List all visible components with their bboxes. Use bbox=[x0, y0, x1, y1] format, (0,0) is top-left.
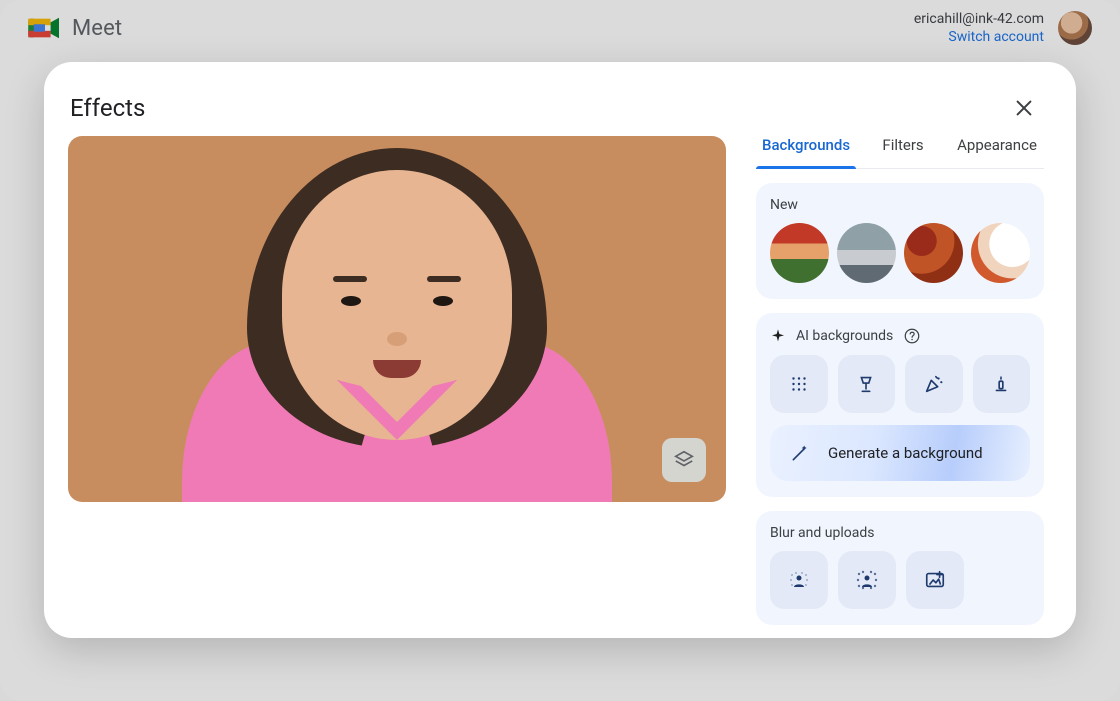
background-thumb[interactable] bbox=[971, 223, 1030, 283]
blur-strong-tile[interactable] bbox=[838, 551, 896, 609]
effects-side-panel: Backgrounds Filters Appearance New AI ba… bbox=[756, 136, 1044, 614]
background-thumb[interactable] bbox=[904, 223, 963, 283]
help-icon[interactable] bbox=[903, 327, 921, 345]
section-new-title: New bbox=[770, 197, 1030, 213]
upload-image-icon bbox=[924, 569, 946, 591]
background-thumb[interactable] bbox=[837, 223, 896, 283]
blur-light-icon bbox=[787, 568, 811, 592]
close-icon bbox=[1013, 97, 1035, 119]
section-ai-title: AI backgrounds bbox=[796, 328, 893, 344]
tab-backgrounds[interactable]: Backgrounds bbox=[756, 136, 856, 168]
close-button[interactable] bbox=[1004, 88, 1044, 128]
effects-toggle-button[interactable] bbox=[662, 438, 706, 482]
section-ai: AI backgrounds bbox=[756, 313, 1044, 497]
background-thumb[interactable] bbox=[770, 223, 829, 283]
ai-tile-confetti[interactable] bbox=[905, 355, 963, 413]
grid-icon bbox=[788, 373, 810, 395]
blur-light-tile[interactable] bbox=[770, 551, 828, 609]
upload-image-tile[interactable] bbox=[906, 551, 964, 609]
confetti-icon bbox=[923, 373, 945, 395]
layers-icon bbox=[673, 449, 695, 471]
blur-strong-icon bbox=[855, 568, 879, 592]
section-blur-title: Blur and uploads bbox=[770, 525, 1030, 541]
magic-wand-icon bbox=[790, 443, 810, 463]
video-preview bbox=[68, 136, 726, 502]
lamp-icon bbox=[855, 373, 877, 395]
generate-background-button[interactable]: Generate a background bbox=[770, 425, 1030, 481]
tab-filters[interactable]: Filters bbox=[856, 136, 950, 168]
ai-tile-candle[interactable] bbox=[973, 355, 1031, 413]
modal-title: Effects bbox=[70, 94, 145, 122]
effects-modal: Effects Backgrounds bbox=[44, 62, 1076, 638]
effects-tabs: Backgrounds Filters Appearance bbox=[756, 136, 1044, 169]
section-blur: Blur and uploads bbox=[756, 511, 1044, 625]
ai-tile-grid[interactable] bbox=[770, 355, 828, 413]
ai-tile-lamp[interactable] bbox=[838, 355, 896, 413]
tab-appearance[interactable]: Appearance bbox=[950, 136, 1044, 168]
candle-icon bbox=[990, 373, 1012, 395]
generate-background-label: Generate a background bbox=[828, 444, 983, 462]
sparkle-icon bbox=[770, 328, 786, 344]
section-new: New bbox=[756, 183, 1044, 299]
